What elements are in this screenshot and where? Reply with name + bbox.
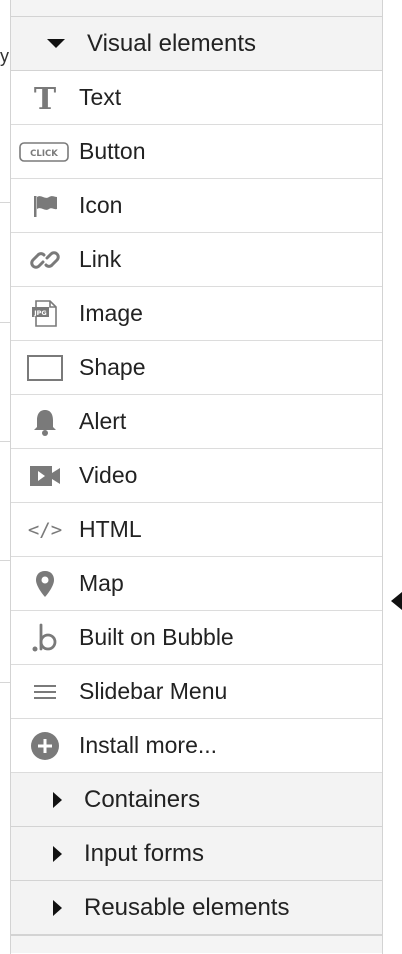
link-icon bbox=[11, 245, 79, 275]
element-item-image[interactable]: JPG Image bbox=[11, 287, 382, 341]
element-label: Shape bbox=[79, 354, 146, 380]
video-camera-icon bbox=[11, 463, 79, 489]
caret-right-icon bbox=[53, 845, 62, 862]
next-section-edge bbox=[11, 935, 382, 953]
text-T-icon: T bbox=[11, 83, 79, 113]
element-item-alert[interactable]: Alert bbox=[11, 395, 382, 449]
element-label: Image bbox=[79, 300, 143, 326]
element-item-icon[interactable]: Icon bbox=[11, 179, 382, 233]
section-title: Visual elements bbox=[87, 29, 256, 57]
section-title: Containers bbox=[84, 785, 201, 813]
canvas-divider bbox=[0, 202, 10, 203]
element-item-install-more[interactable]: Install more... bbox=[11, 719, 382, 773]
section-header-visual-elements[interactable]: Visual elements bbox=[11, 17, 382, 71]
element-item-html[interactable]: </> HTML bbox=[11, 503, 382, 557]
code-icon: </> bbox=[27, 518, 63, 541]
caret-right-icon bbox=[53, 791, 62, 808]
element-label: Install more... bbox=[79, 732, 218, 758]
section-header-reusable-elements[interactable]: Reusable elements bbox=[11, 881, 382, 935]
elements-palette: Visual elements T Text CLICK Button Icon bbox=[10, 0, 383, 954]
element-item-map[interactable]: Map bbox=[11, 557, 382, 611]
previous-section-edge bbox=[11, 0, 382, 17]
element-label: Slidebar Menu bbox=[79, 678, 228, 704]
element-label: Alert bbox=[79, 408, 127, 434]
element-label: Icon bbox=[79, 192, 123, 218]
element-item-video[interactable]: Video bbox=[11, 449, 382, 503]
section-header-containers[interactable]: Containers bbox=[11, 773, 382, 827]
truncated-text-fragment: y bbox=[0, 46, 9, 66]
hamburger-icon bbox=[11, 682, 79, 702]
element-label: Button bbox=[79, 138, 146, 164]
section-header-input-forms[interactable]: Input forms bbox=[11, 827, 382, 881]
element-item-built-on-bubble[interactable]: Built on Bubble bbox=[11, 611, 382, 665]
element-label: Map bbox=[79, 570, 124, 596]
caret-down-icon bbox=[47, 39, 65, 48]
element-label: Link bbox=[79, 246, 122, 272]
caret-right-icon bbox=[53, 899, 62, 916]
section-title: Reusable elements bbox=[84, 893, 290, 921]
canvas-divider bbox=[0, 322, 10, 323]
rectangle-shape-icon bbox=[11, 354, 79, 382]
collapse-panel-arrow-icon[interactable] bbox=[391, 592, 402, 610]
section-title: Input forms bbox=[84, 839, 205, 867]
svg-text:T: T bbox=[34, 83, 57, 113]
svg-text:CLICK: CLICK bbox=[30, 149, 58, 159]
element-item-shape[interactable]: Shape bbox=[11, 341, 382, 395]
element-label: Text bbox=[79, 84, 122, 110]
element-label: HTML bbox=[79, 516, 142, 542]
element-item-button[interactable]: CLICK Button bbox=[11, 125, 382, 179]
button-click-icon: CLICK bbox=[11, 141, 79, 163]
canvas-divider bbox=[0, 682, 10, 683]
map-pin-icon bbox=[11, 569, 79, 599]
bubble-logo-icon bbox=[11, 622, 79, 654]
plus-circle-icon bbox=[11, 731, 79, 761]
canvas-divider bbox=[0, 560, 10, 561]
element-label: Video bbox=[79, 462, 138, 488]
element-item-slidebar-menu[interactable]: Slidebar Menu bbox=[11, 665, 382, 719]
bell-icon bbox=[11, 407, 79, 437]
flag-icon bbox=[11, 193, 79, 219]
element-label: Built on Bubble bbox=[79, 624, 234, 650]
svg-text:JPG: JPG bbox=[33, 309, 47, 317]
canvas-divider bbox=[0, 441, 10, 442]
element-item-text[interactable]: T Text bbox=[11, 71, 382, 125]
element-item-link[interactable]: Link bbox=[11, 233, 382, 287]
image-jpg-icon: JPG bbox=[11, 299, 79, 329]
